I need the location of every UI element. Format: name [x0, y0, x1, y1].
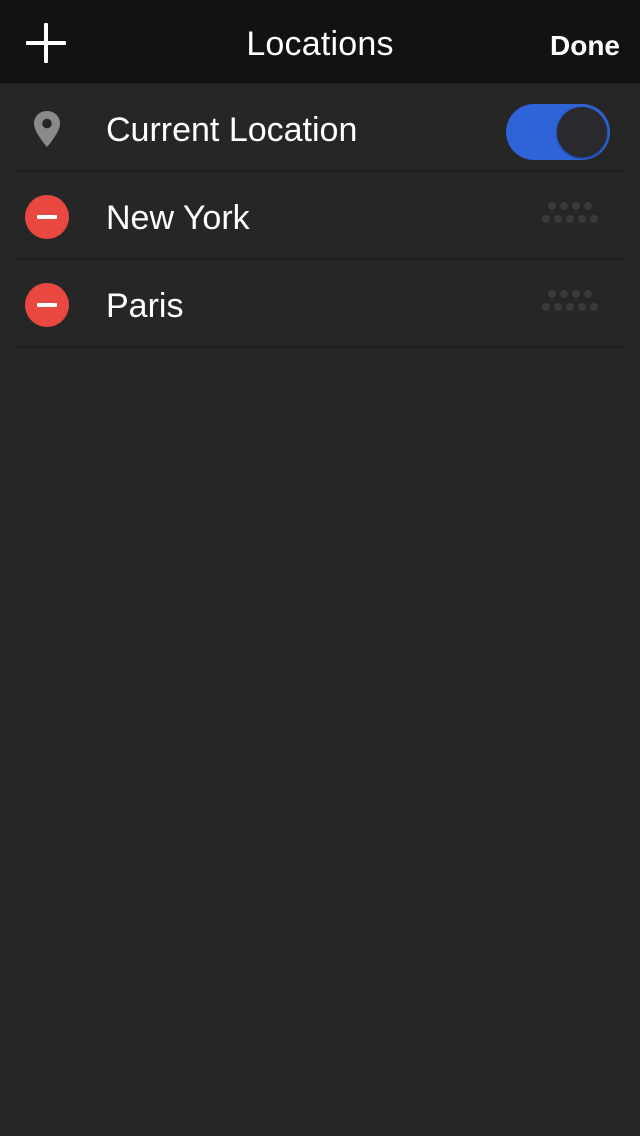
drag-handle-icon[interactable] [538, 288, 598, 314]
locations-list: Current Location New York Paris [0, 84, 640, 348]
drag-handle-icon[interactable] [538, 200, 598, 226]
done-button[interactable]: Done [550, 24, 620, 68]
current-location-toggle[interactable] [506, 104, 610, 160]
current-location-row: Current Location [0, 84, 640, 172]
list-item: New York [0, 172, 640, 260]
locations-screen: Locations Done Current Location New York [0, 0, 640, 1136]
navigation-bar: Locations Done [0, 0, 640, 84]
toggle-knob [557, 107, 607, 157]
list-item: Paris [0, 260, 640, 348]
minus-circle-icon[interactable] [25, 195, 69, 239]
minus-circle-icon[interactable] [25, 283, 69, 327]
location-label: New York [106, 199, 250, 237]
location-pin-icon [34, 111, 60, 147]
location-label: Paris [106, 287, 184, 325]
current-location-label: Current Location [106, 111, 358, 149]
page-title: Locations [246, 25, 394, 63]
